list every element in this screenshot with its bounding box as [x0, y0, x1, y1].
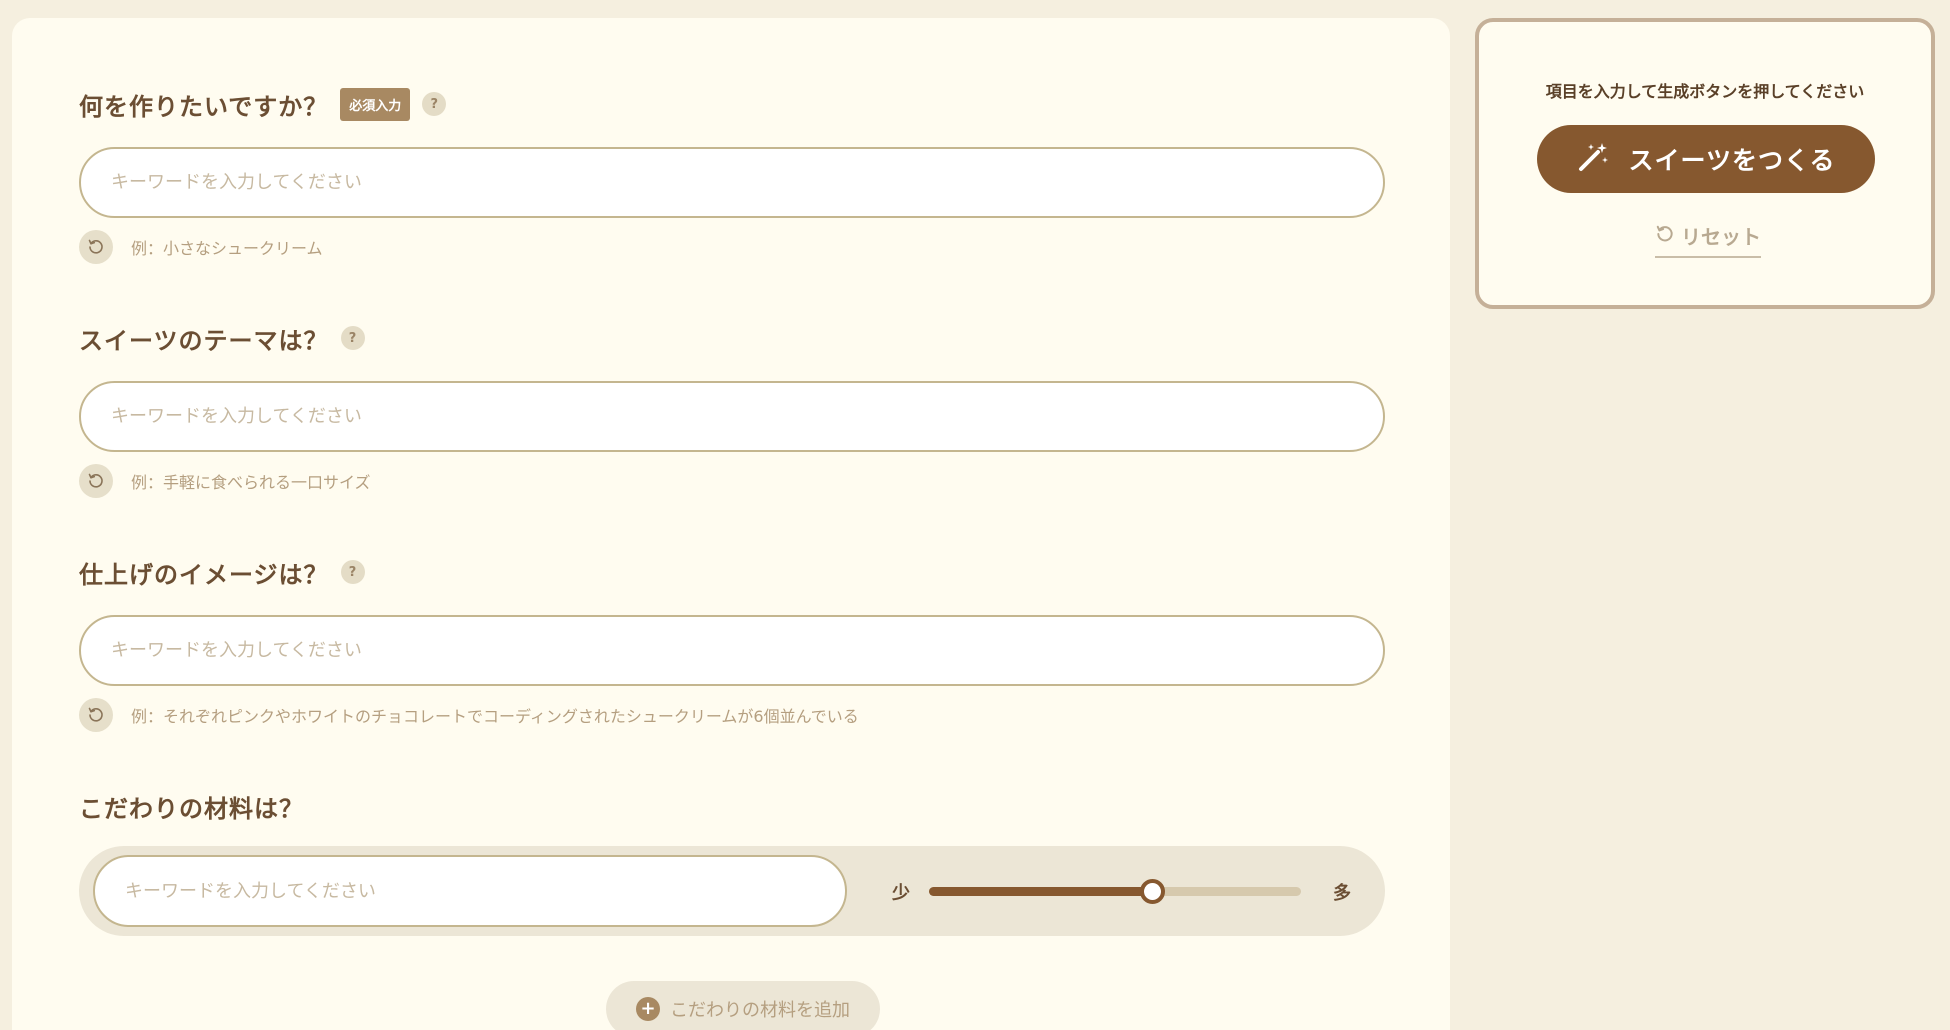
question-title: スイーツのテーマは？: [79, 326, 329, 355]
required-badge: 必須入力: [340, 87, 411, 121]
question-row: 何を作りたいですか？ 必須入力 ?: [79, 84, 1385, 124]
example-text: 例：小さなシュークリーム: [131, 239, 323, 258]
question-title: 何を作りたいですか？: [79, 92, 329, 121]
reset-button[interactable]: リセット: [1655, 221, 1761, 258]
section-theme: スイーツのテーマは？ ? 例：手軽に食べられる一口サイズ: [79, 318, 1385, 498]
question-title: 仕上げのイメージは？: [79, 560, 329, 589]
magic-wand-icon: [1576, 140, 1610, 178]
add-ingredient-button[interactable]: + こだわりの材料を追加: [606, 981, 880, 1030]
question-title: こだわりの材料は？: [79, 794, 304, 823]
section-what-to-make: 何を作りたいですか？ 必須入力 ? 例：小さなシュークリーム: [79, 84, 1385, 264]
amount-slider[interactable]: [929, 879, 1301, 904]
question-circle-icon[interactable]: ?: [340, 326, 365, 350]
reset-label: リセット: [1681, 225, 1761, 249]
theme-input[interactable]: [79, 381, 1385, 452]
what-to-make-input[interactable]: [79, 147, 1385, 218]
question-row: スイーツのテーマは？ ?: [79, 318, 1385, 358]
example-row: 例：手軽に食べられる一口サイズ: [79, 464, 1385, 498]
slider-thumb[interactable]: [1140, 879, 1166, 904]
refresh-icon[interactable]: [79, 698, 113, 732]
section-finish-image: 仕上げのイメージは？ ? 例：それぞれピンクやホワイトのチョコレートでコーディン…: [79, 552, 1385, 732]
refresh-icon[interactable]: [79, 230, 113, 264]
example-row: 例：それぞれピンクやホワイトのチョコレートでコーディングされたシュークリームが6…: [79, 698, 1385, 732]
refresh-icon[interactable]: [79, 464, 113, 498]
slider-fill: [929, 887, 1153, 896]
amount-max-label: 多: [1333, 883, 1351, 904]
generate-button[interactable]: スイーツをつくる: [1537, 125, 1875, 193]
section-ingredients: こだわりの材料は？ 少 多: [79, 786, 1385, 936]
reset-icon: [1655, 224, 1675, 248]
ingredient-row: 少 多: [79, 846, 1385, 936]
form-panel: 何を作りたいですか？ 必須入力 ? 例：小さなシュークリーム スイーツのテーマは…: [12, 18, 1450, 1030]
add-ingredient-label: こだわりの材料を追加: [670, 1000, 850, 1021]
example-text: 例：それぞれピンクやホワイトのチョコレートでコーディングされたシュークリームが6…: [131, 707, 859, 726]
generate-hint: 項目を入力して生成ボタンを押してください: [1545, 82, 1865, 101]
example-row: 例：小さなシュークリーム: [79, 230, 1385, 264]
generate-panel: 項目を入力して生成ボタンを押してください スイーツをつくる リセット: [1475, 18, 1935, 309]
ingredient-input[interactable]: [93, 855, 847, 927]
amount-min-label: 少: [892, 883, 910, 904]
question-circle-icon[interactable]: ?: [422, 92, 447, 116]
question-row: 仕上げのイメージは？ ?: [79, 552, 1385, 592]
plus-circle-icon: +: [636, 997, 660, 1021]
finish-image-input[interactable]: [79, 615, 1385, 686]
question-row: こだわりの材料は？: [79, 786, 1385, 826]
question-circle-icon[interactable]: ?: [340, 560, 365, 584]
generate-label: スイーツをつくる: [1628, 146, 1836, 175]
example-text: 例：手軽に食べられる一口サイズ: [131, 473, 371, 492]
